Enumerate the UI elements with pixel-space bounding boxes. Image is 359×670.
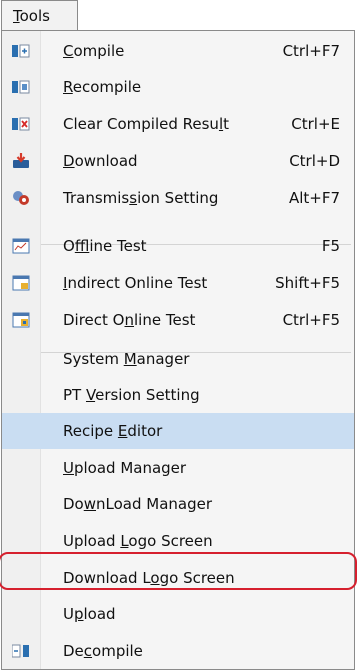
menu-item-label: Recipe Editor <box>63 422 163 440</box>
menu-item-recipe-editor[interactable]: Recipe Editor <box>2 413 354 449</box>
direct-online-test-icon <box>12 312 30 328</box>
menu-item-transmission-setting[interactable]: Transmission Setting Alt+F7 <box>2 180 354 216</box>
tools-menu-tab[interactable]: Tools <box>1 0 78 31</box>
menu-item-label: Direct Online Test <box>63 311 196 329</box>
menu-item-shortcut: Alt+F7 <box>288 189 340 207</box>
menu-item-label: Offline Test <box>63 237 147 255</box>
transmission-icon <box>12 190 30 206</box>
menu-item-shortcut: Ctrl+D <box>289 152 340 170</box>
menu-item-direct-online-test[interactable]: Direct Online Test Ctrl+F5 <box>2 302 354 338</box>
menu-item-label: System Manager <box>63 350 190 368</box>
menu-item-upload[interactable]: Upload <box>2 596 354 632</box>
menu-item-label: Clear Compiled Result <box>63 115 229 133</box>
menu-item-shortcut: Ctrl+F7 <box>282 42 340 60</box>
menu-item-label: Upload Logo Screen <box>63 532 213 550</box>
menu-item-download[interactable]: Download Ctrl+D <box>2 143 354 179</box>
menu-item-label: Indirect Online Test <box>63 274 208 292</box>
menu-item-label: Recompile <box>63 78 142 96</box>
menu-item-clear-compiled-result[interactable]: Clear Compiled Result Ctrl+E <box>2 106 354 142</box>
menu-item-compile[interactable]: Compile Ctrl+F7 <box>2 33 354 69</box>
menu-item-offline-test[interactable]: Offline Test F5 <box>2 228 354 264</box>
menu-item-label: Upload <box>63 605 116 623</box>
offline-test-icon <box>12 238 30 254</box>
menu-item-shortcut: Ctrl+E <box>291 115 340 133</box>
download-icon <box>12 153 30 169</box>
menu-item-pt-version-setting[interactable]: PT Version Setting <box>2 377 354 413</box>
decompile-icon <box>11 643 30 659</box>
menu-item-recompile[interactable]: Recompile <box>2 69 354 105</box>
menu-item-label: Decompile <box>63 642 143 660</box>
menu-item-download-manager[interactable]: DownLoad Manager <box>2 486 354 522</box>
menu-item-shortcut: F5 <box>321 237 340 255</box>
menu-item-download-logo-screen[interactable]: Download Logo Screen <box>2 560 354 596</box>
clear-compile-icon <box>12 116 30 132</box>
menu-item-upload-manager[interactable]: Upload Manager <box>2 450 354 486</box>
tools-menu-label: Tools <box>13 7 50 25</box>
tools-dropdown-menu: Compile Ctrl+F7 Recompile Clear Compiled Re… <box>1 30 355 670</box>
menu-item-label: PT Version Setting <box>63 386 200 404</box>
menu-item-label: Compile <box>63 42 125 60</box>
menu-item-shortcut: Ctrl+F5 <box>282 311 340 329</box>
menu-item-system-manager[interactable]: System Manager <box>2 341 354 377</box>
menu-item-label: Download Logo Screen <box>63 569 235 587</box>
menu-item-upload-logo-screen[interactable]: Upload Logo Screen <box>2 523 354 559</box>
menu-item-label: Download <box>63 152 138 170</box>
menu-item-shortcut: Shift+F5 <box>275 274 340 292</box>
menu-item-label: DownLoad Manager <box>63 495 213 513</box>
menu-item-decompile[interactable]: Decompile <box>2 633 354 669</box>
recompile-icon <box>12 79 30 95</box>
menu-item-indirect-online-test[interactable]: Indirect Online Test Shift+F5 <box>2 265 354 301</box>
menu-item-label: Upload Manager <box>63 459 187 477</box>
compile-icon <box>12 43 30 59</box>
indirect-online-test-icon <box>12 275 30 291</box>
menu-item-label: Transmission Setting <box>63 189 219 207</box>
